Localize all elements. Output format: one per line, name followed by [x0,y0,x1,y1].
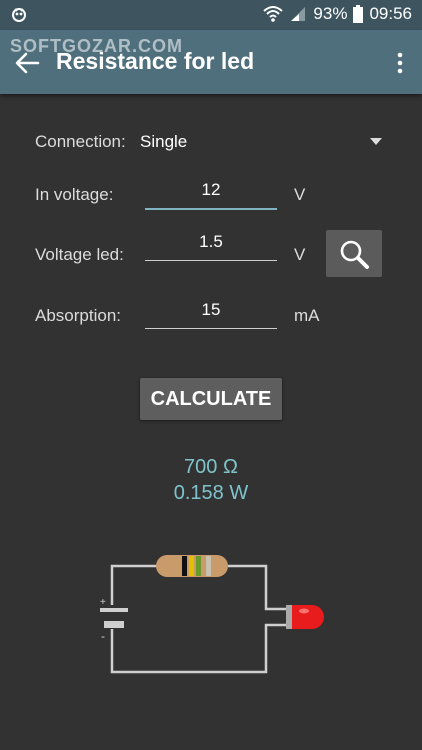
clock: 09:56 [369,4,412,23]
notification-icon [12,8,26,22]
search-button[interactable] [326,230,382,277]
search-icon [340,240,369,269]
app-bar: SOFTGOZAR.COM Resistance for led [0,30,422,94]
absorption-label: Absorption: [35,306,121,325]
calculate-button[interactable]: CALCULATE [140,378,282,420]
page-title: Resistance for led [56,48,255,74]
connection-select[interactable]: Single [140,132,187,152]
overflow-menu-icon[interactable] [396,52,404,74]
status-bar: 93% 09:56 [0,0,422,30]
connection-label: Connection: [35,132,126,151]
battery-minus-sign: - [101,629,105,643]
absorption-input[interactable]: 15 [145,300,277,329]
signal-icon [291,7,306,21]
absorption-unit: mA [294,306,320,325]
circuit-wires [110,564,290,674]
battery-plus-sign: + [100,597,106,608]
battery-icon [353,5,364,23]
led-symbol [286,605,324,629]
battery-percent: 93% [313,4,348,23]
back-arrow-icon[interactable] [14,50,40,76]
circuit-diagram: + - [100,555,324,674]
power-result: 0.158 W [173,482,249,504]
resistor-symbol [156,555,228,577]
voltage-led-unit: V [294,245,306,264]
voltage-led-input[interactable]: 1.5 [145,232,277,261]
dropdown-arrow-icon[interactable] [370,138,382,145]
in-voltage-input[interactable]: 12 [145,180,277,210]
in-voltage-label: In voltage: [35,185,114,204]
voltage-led-label: Voltage led: [35,245,124,264]
wifi-icon [263,6,284,22]
resistance-result: 700 Ω [184,456,238,478]
in-voltage-unit: V [294,185,306,204]
battery-symbol: + - [100,597,128,643]
